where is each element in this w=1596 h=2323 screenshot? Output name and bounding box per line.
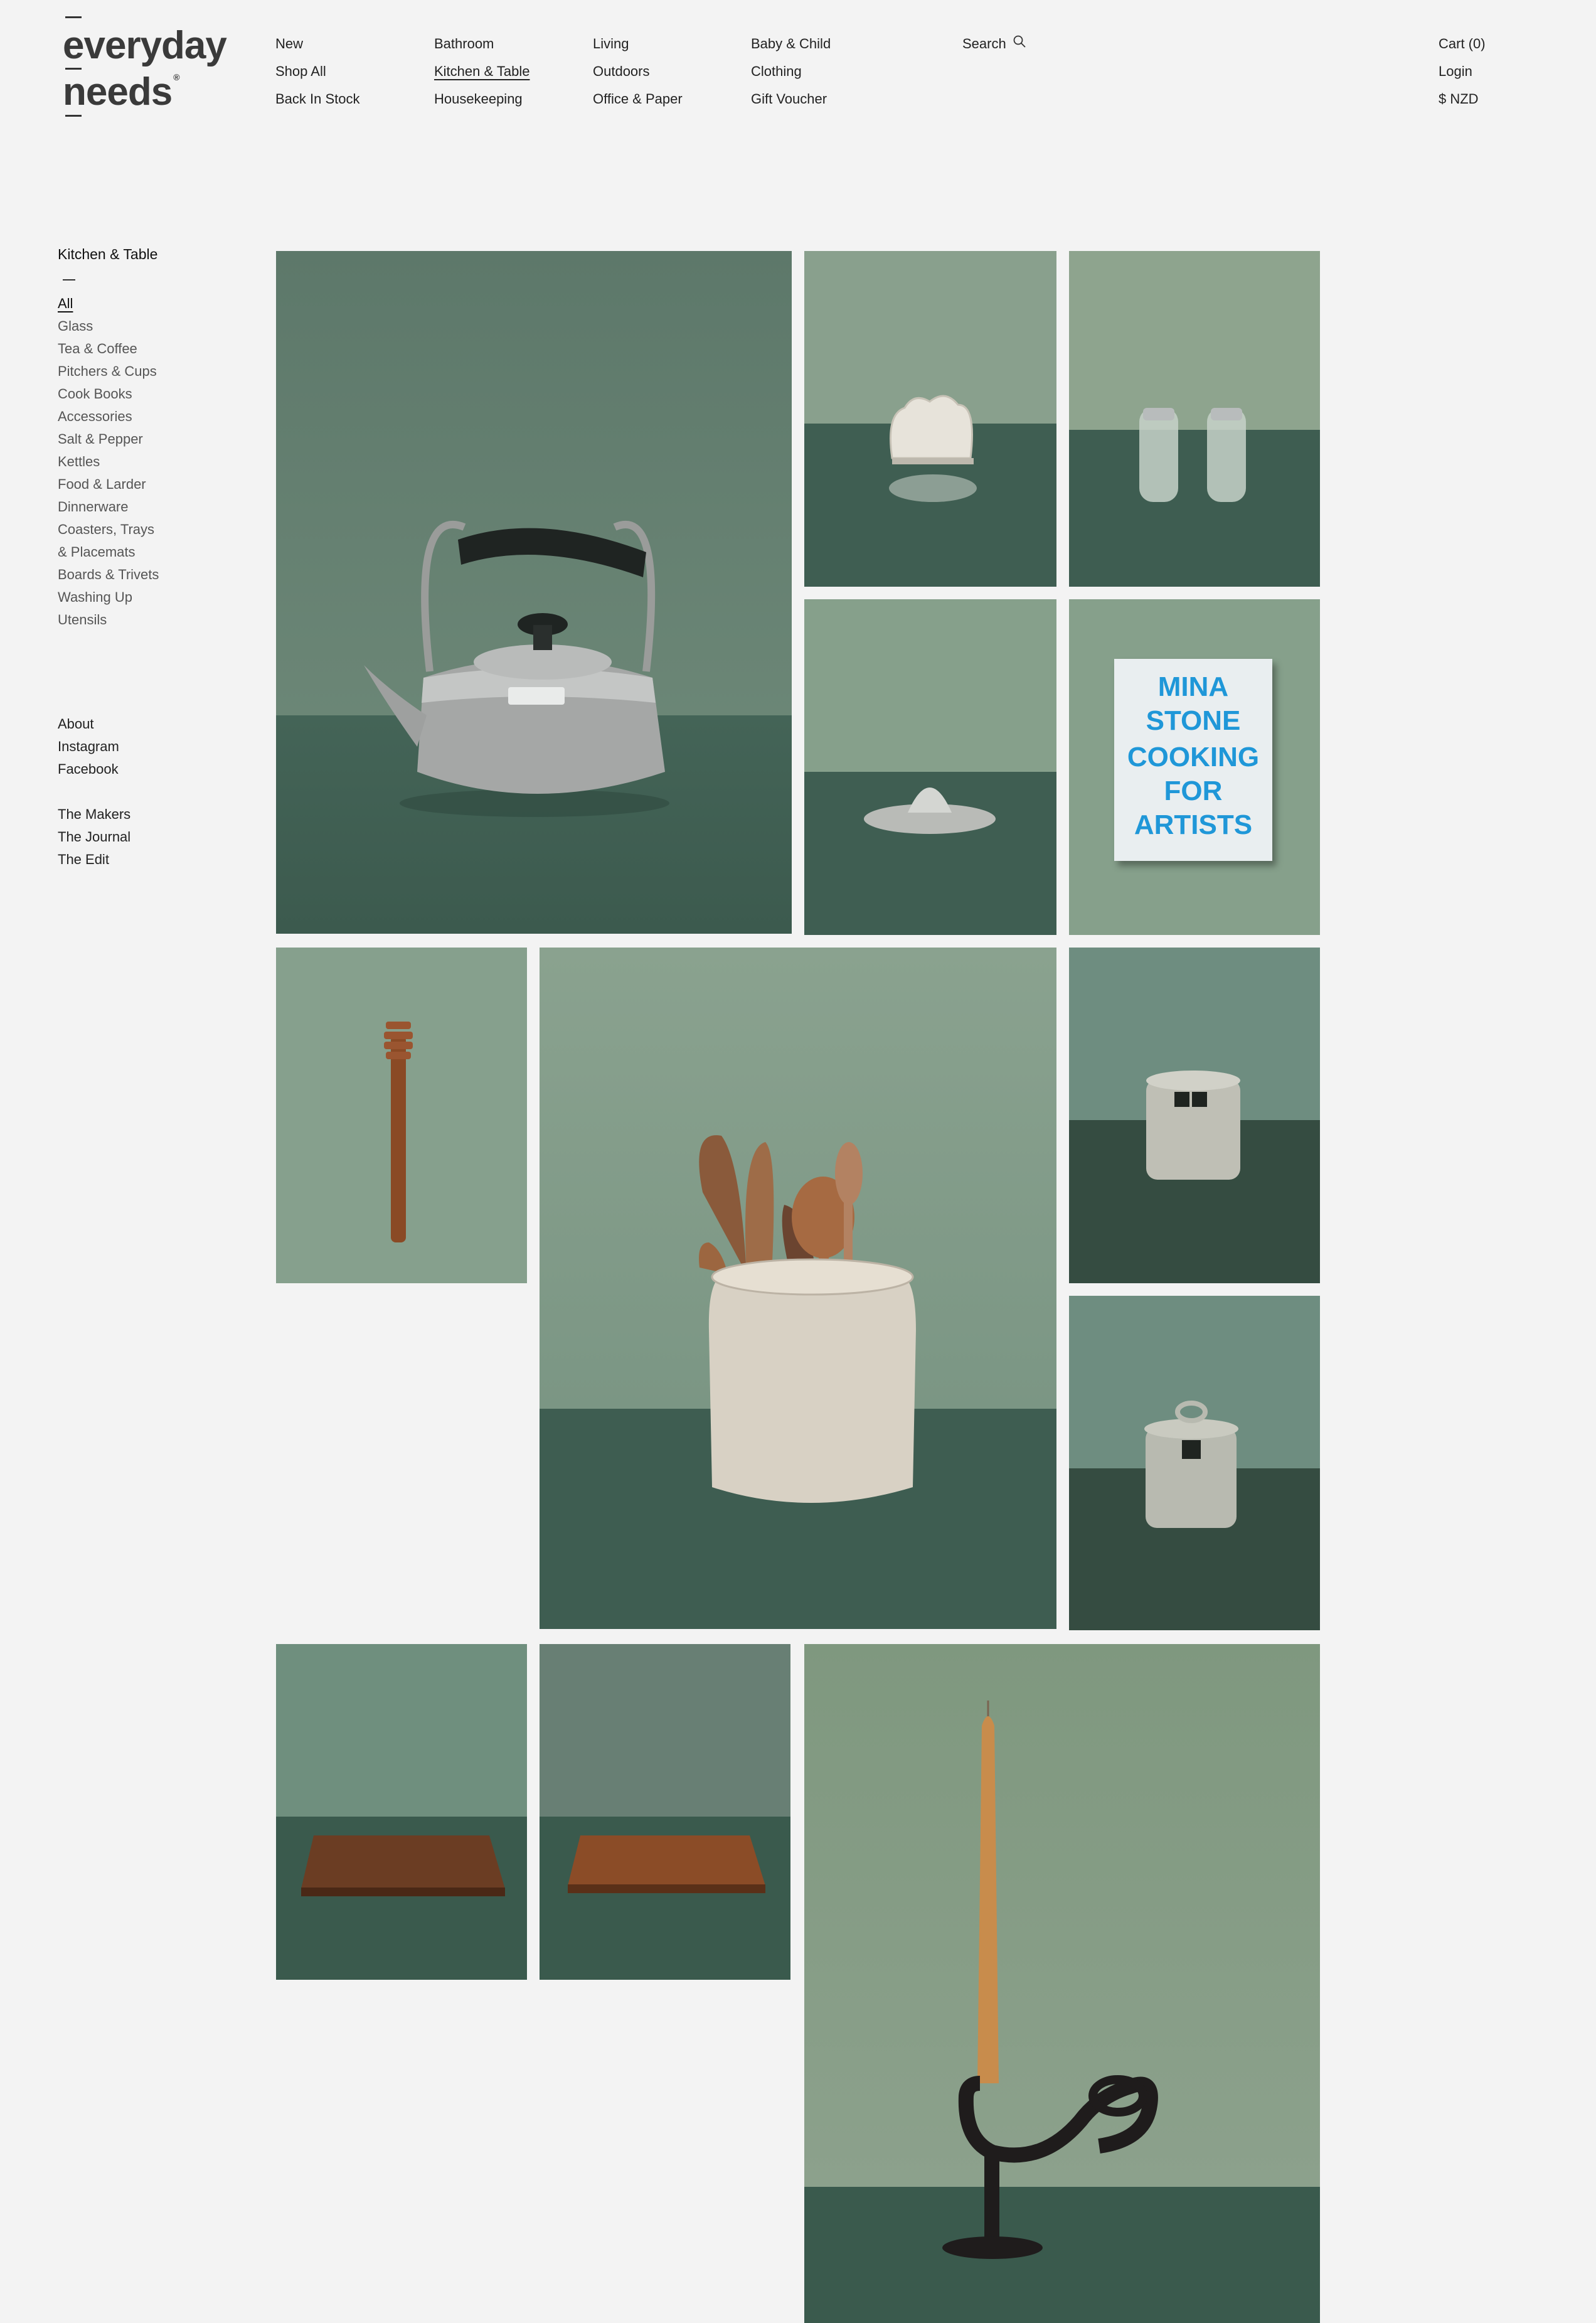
nav-column-2: Bathroom Kitchen & Table Housekeeping	[434, 31, 529, 114]
honey-dipper-image	[384, 1022, 413, 1242]
nav-gift-voucher[interactable]: Gift Voucher	[751, 87, 831, 114]
nav-bathroom[interactable]: Bathroom	[434, 31, 529, 59]
nav-column-3: Living Outdoors Office & Paper	[593, 31, 683, 114]
product-tile-tray-2[interactable]	[540, 1644, 790, 1980]
product-tile-jar-2[interactable]	[1069, 1296, 1320, 1630]
category-placemats[interactable]: & Placemats	[58, 541, 159, 563]
shakers-image	[1139, 408, 1246, 502]
info-links: About Instagram Facebook	[58, 713, 119, 781]
book-title-line-2: STONE	[1146, 705, 1241, 736]
product-tile-candle-holder[interactable]	[804, 1644, 1320, 2323]
tray-2-image	[568, 1835, 765, 1893]
editorial-links: The Makers The Journal The Edit	[58, 803, 130, 871]
instagram-link[interactable]: Instagram	[58, 735, 119, 758]
currency-selector[interactable]: $ NZD	[1439, 87, 1486, 114]
nav-shop-all[interactable]: Shop All	[275, 59, 360, 87]
book-title-line-3: COOKING	[1127, 742, 1260, 772]
product-tile-utensil-crock[interactable]	[540, 948, 1056, 1629]
product-tile-honey-dipper[interactable]	[276, 948, 527, 1283]
about-link[interactable]: About	[58, 713, 119, 735]
nav-new[interactable]: New	[275, 31, 360, 59]
category-glass[interactable]: Glass	[58, 315, 159, 338]
category-accessories[interactable]: Accessories	[58, 405, 159, 428]
nav-living[interactable]: Living	[593, 31, 683, 59]
category-tea-coffee[interactable]: Tea & Coffee	[58, 338, 159, 360]
product-tile-juicer[interactable]	[804, 599, 1056, 935]
category-all[interactable]: All	[58, 292, 159, 315]
logo-dash	[65, 68, 82, 70]
nav-housekeeping[interactable]: Housekeeping	[434, 87, 529, 114]
product-tile-tray-1[interactable]	[276, 1644, 527, 1980]
cookbook-cover: MINA STONE COOKING FOR ARTISTS	[1114, 659, 1272, 861]
kettle-image	[364, 520, 669, 817]
makers-link[interactable]: The Makers	[58, 803, 130, 826]
logo-dash	[65, 115, 82, 117]
jar-1-image	[1146, 1071, 1240, 1180]
nav-back-in-stock[interactable]: Back In Stock	[275, 87, 360, 114]
candle-holder-image	[942, 1701, 1158, 2259]
search-button[interactable]: Search	[962, 31, 1026, 56]
nav-column-1: New Shop All Back In Stock	[275, 31, 360, 114]
category-list: All Glass Tea & Coffee Pitchers & Cups C…	[58, 292, 159, 631]
category-salt-pepper[interactable]: Salt & Pepper	[58, 428, 159, 451]
nav-column-4: Baby & Child Clothing Gift Voucher	[751, 31, 831, 114]
brand-logo[interactable]: everyday needs ®	[63, 16, 227, 123]
tray-1-image	[301, 1835, 505, 1896]
category-cook-books[interactable]: Cook Books	[58, 383, 159, 405]
category-dinnerware[interactable]: Dinnerware	[58, 496, 159, 518]
category-food-larder[interactable]: Food & Larder	[58, 473, 159, 496]
category-pitchers-cups[interactable]: Pitchers & Cups	[58, 360, 159, 383]
nav-kitchen-table[interactable]: Kitchen & Table	[434, 59, 529, 87]
nav-clothing[interactable]: Clothing	[751, 59, 831, 87]
logo-dash	[65, 16, 82, 18]
jar-2-image	[1144, 1401, 1238, 1528]
search-icon	[1013, 31, 1026, 56]
book-title-line-5: ARTISTS	[1134, 809, 1253, 840]
login-link[interactable]: Login	[1439, 59, 1486, 87]
cart-link[interactable]: Cart (0)	[1439, 31, 1486, 59]
account-menu: Cart (0) Login $ NZD	[1439, 31, 1486, 114]
napkin-holder-image	[889, 395, 977, 502]
category-washing-up[interactable]: Washing Up	[58, 586, 159, 609]
product-tile-napkin-holder[interactable]	[804, 251, 1056, 587]
registered-mark: ®	[173, 72, 179, 82]
logo-word-1: everyday	[63, 24, 227, 67]
book-title-line-1: MINA	[1157, 671, 1229, 702]
product-tile-salt-pepper[interactable]	[1069, 251, 1320, 587]
category-utensils[interactable]: Utensils	[58, 609, 159, 631]
nav-outdoors[interactable]: Outdoors	[593, 59, 683, 87]
product-tile-jar-1[interactable]	[1069, 948, 1320, 1283]
juicer-image	[864, 788, 996, 834]
heading-divider	[63, 279, 75, 280]
category-boards-trivets[interactable]: Boards & Trivets	[58, 563, 159, 586]
product-tile-kettle[interactable]	[276, 251, 792, 934]
facebook-link[interactable]: Facebook	[58, 758, 119, 781]
nav-office-paper[interactable]: Office & Paper	[593, 87, 683, 114]
nav-baby-child[interactable]: Baby & Child	[751, 31, 831, 59]
category-kettles[interactable]: Kettles	[58, 451, 159, 473]
product-tile-cookbook[interactable]: MINA STONE COOKING FOR ARTISTS	[1069, 599, 1320, 935]
search-label: Search	[962, 36, 1006, 51]
category-heading: Kitchen & Table	[58, 246, 158, 262]
edit-link[interactable]: The Edit	[58, 848, 130, 871]
utensil-crock-image	[699, 1135, 916, 1503]
journal-link[interactable]: The Journal	[58, 826, 130, 848]
category-coasters-trays[interactable]: Coasters, Trays	[58, 518, 159, 541]
book-title-line-4: FOR	[1164, 776, 1223, 806]
logo-word-2: needs	[63, 70, 173, 114]
